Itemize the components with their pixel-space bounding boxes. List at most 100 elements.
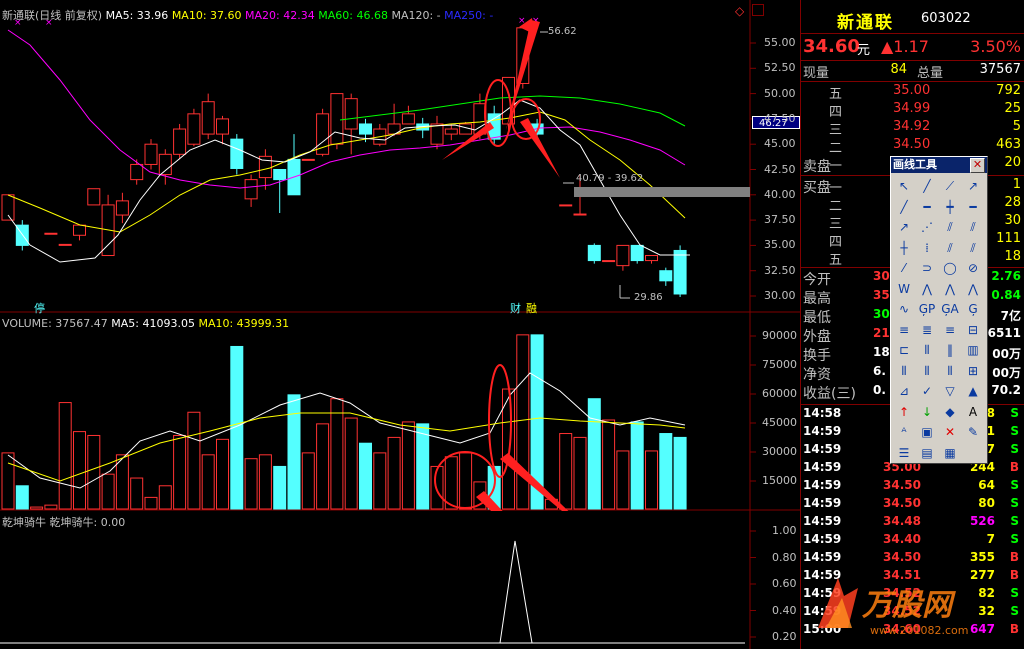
list-icon[interactable]: ☰ [894,444,914,462]
text-icon[interactable]: A [963,403,983,421]
volume-row: 现量 84 总量 37567 [803,62,1021,81]
price-line-icon[interactable]: ┿ [940,198,960,216]
volume-bar [416,423,430,510]
candle [430,123,444,145]
speed-line-icon[interactable]: ⫽ [963,239,983,257]
bracket-icon[interactable]: ⊏ [894,341,914,359]
close-icon[interactable]: ✕ [970,158,985,173]
indicator-panel[interactable]: 乾坤骑牛 乾坤骑牛: 0.00 1.00 0.80 0.60 0.40 0.20 [0,511,800,649]
up-arrow-icon[interactable]: ↑ [894,403,914,421]
time-zone-icon[interactable]: ‖ [940,341,960,359]
indicator-tick-label: 0.40 [772,603,797,617]
ruler-icon[interactable]: ≡ [894,321,914,339]
up-triangle-icon[interactable]: ▲ [963,382,983,400]
wave-icon[interactable]: W [894,280,914,298]
ray-icon[interactable]: ⟋ [940,177,960,195]
volume-tick-label: 45000 [762,416,797,429]
circle-icon[interactable]: ◯ [940,259,960,277]
parallel-channel-icon[interactable]: ⫽ [963,218,983,236]
gap-a-icon[interactable]: ĢA [940,300,960,318]
tick-side: B [1009,622,1019,636]
cursor-icon[interactable]: ↖ [894,177,914,195]
gap-g-icon[interactable]: Ģ [963,300,983,318]
volume-chart-panel[interactable]: VOLUME: 37567.47 MA5: 41093.05 MA10: 439… [0,313,800,511]
horizontal-segment-icon[interactable]: ━ [963,198,983,216]
ask-volume: 5 [1012,119,1021,134]
indicator-chart[interactable] [0,511,800,649]
text-style-icon[interactable]: ᴬ [894,423,914,441]
stat-value: 6511 [987,326,1021,340]
sell-label: 卖盘 [803,159,831,175]
price-row: 34.60 元 ▲1.17 3.50% [801,36,1024,58]
down-triangle-icon[interactable]: ▽ [940,382,960,400]
delete-icon[interactable]: ✕ [940,423,960,441]
square-icon[interactable]: ▣ [917,423,937,441]
vertical-line-icon[interactable]: ┼ [894,239,914,257]
valley-icon[interactable]: ⋀ [940,280,960,298]
stat-value: 2.76 [991,269,1021,283]
image-icon[interactable]: ▦ [940,444,960,462]
check-icon[interactable]: ✓ [917,382,937,400]
regression-icon[interactable]: ⁄ [894,259,914,277]
price-tick-label: 37.50 [764,213,796,227]
quote-price: 34.60 [803,36,860,57]
volume-bar [258,454,272,510]
drawing-toolbox[interactable]: 画线工具 ✕ ↖ ╱ ⟋ ↗ ╱ ━ ┿ ━ ↗ ⋰ ⫽ ⫽ ┼ ⁞ ⫽ ⫽ ⁄ ⊃ ◯ ⊘ W ⋀ ⋀ ⋀ ∿ ĢP ĢA Ģ ≡ ≣ ≡… [890,156,988,464]
bid-level: 四 [829,235,843,250]
bars2-icon[interactable]: ⦀ [917,362,937,380]
box-icon[interactable]: ⊟ [963,321,983,339]
ruler2-icon[interactable]: ▤ [917,444,937,462]
kline-chart[interactable]: × × × × [0,0,800,313]
ask-volume: 463 [996,137,1021,152]
volume-bar [516,334,530,510]
blank-icon[interactable] [963,444,983,462]
segment-icon[interactable]: ╱ [894,198,914,216]
hline-icon[interactable]: ━ [917,198,937,216]
period-icon[interactable]: ⦀ [917,341,937,359]
high-marker: 56.62 [548,26,577,37]
candle [602,260,616,263]
triangle-wave-icon[interactable]: ⋀ [963,280,983,298]
channel-icon[interactable]: ⫽ [940,218,960,236]
watermark-logo: 万股网 www.201082.com [808,568,1008,640]
fan-icon[interactable]: ≡ [940,321,960,339]
trend-icon[interactable]: ↗ [894,218,914,236]
candle [659,270,673,282]
volume-tick-label: 15000 [762,474,797,487]
bars3-icon[interactable]: ⦀ [940,362,960,380]
volume-bar [58,402,72,510]
gap-icon[interactable]: ĢP [917,300,937,318]
grid-icon[interactable]: ▥ [963,341,983,359]
tick-volume: 7 [986,532,995,546]
table-icon[interactable]: ⊞ [963,362,983,380]
volume-bar [659,433,673,510]
bars-icon[interactable]: ⦀ [894,362,914,380]
down-arrow-icon[interactable]: ↓ [917,403,937,421]
tick-side: S [1010,424,1019,438]
tick-volume: 526 [969,514,995,528]
stat-label: 收益(三) [803,386,856,402]
cycle-icon[interactable]: ⊘ [963,259,983,277]
tick-time: 14:59 [803,478,842,492]
stat-value: 6. [873,364,886,378]
line-icon[interactable]: ╱ [917,177,937,195]
volume-bars[interactable] [0,313,800,511]
candle [616,244,630,267]
pencil-icon[interactable]: ✎ [963,423,983,441]
angle-icon[interactable]: ⊿ [894,382,914,400]
fibonacci-icon[interactable]: ⁞ [917,239,937,257]
arc-icon[interactable]: ⊃ [917,259,937,277]
gann-icon[interactable]: ⫽ [940,239,960,257]
percent-icon[interactable]: ≣ [917,321,937,339]
ask-level: 五 [829,87,843,102]
parallel-icon[interactable]: ⋰ [917,218,937,236]
diamond-icon[interactable]: ◆ [940,403,960,421]
price-tick-label: 40.00 [764,187,796,201]
indicator-tick-label: 0.80 [772,550,797,564]
main-chart-panel[interactable]: 新通联(日线 前复权) MA5: 33.96 MA10: 37.60 MA20:… [0,0,800,315]
peak-icon[interactable]: ⋀ [917,280,937,298]
sine-icon[interactable]: ∿ [894,300,914,318]
volume-bar [401,421,415,510]
tick-price: 34.40 [883,532,921,546]
arrow-line-icon[interactable]: ↗ [963,177,983,195]
